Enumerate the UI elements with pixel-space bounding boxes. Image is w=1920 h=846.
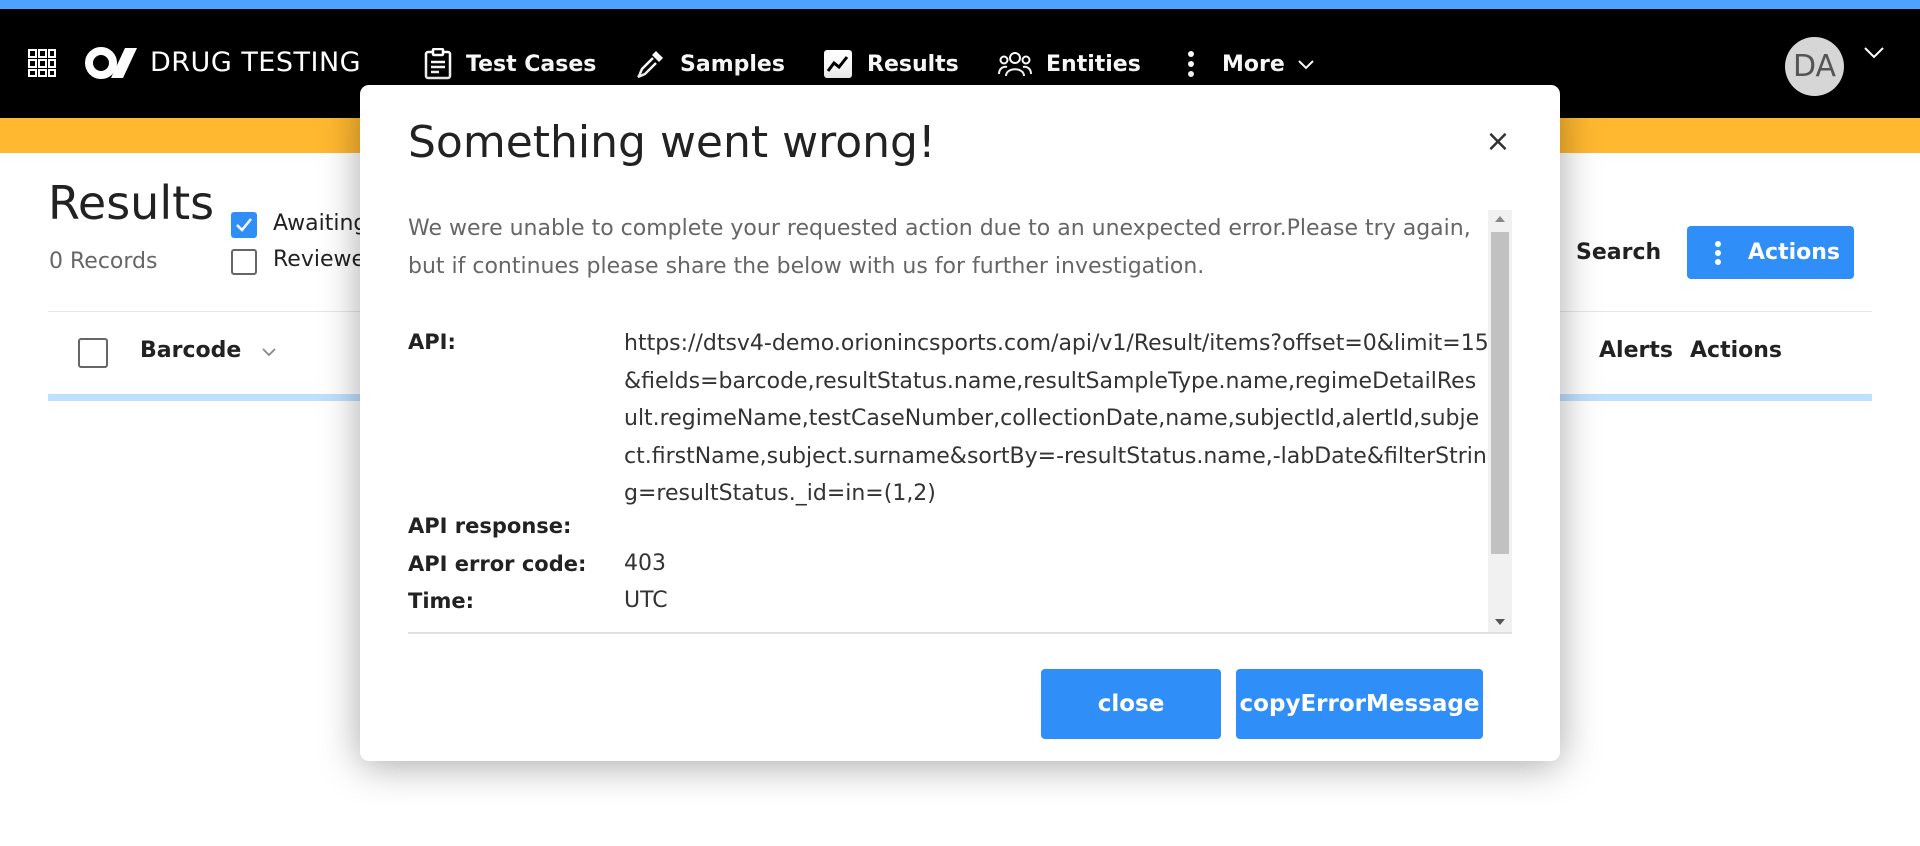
scroll-up-arrow-icon[interactable] [1495, 216, 1505, 222]
close-button[interactable]: close [1041, 669, 1221, 739]
api-error-code-label: API error code: [408, 552, 587, 576]
api-label: API: [408, 330, 456, 354]
scrollbar-thumb[interactable] [1491, 232, 1509, 554]
error-intro-text: We were unable to complete your requeste… [408, 216, 1471, 279]
copy-error-message-button[interactable]: copyErrorMessage [1236, 669, 1483, 739]
scrollbar[interactable] [1488, 210, 1512, 632]
time-label: Time: [408, 589, 475, 613]
dialog-title: Something went wrong! [408, 117, 936, 168]
error-dialog: Something went wrong! × We were unable t… [360, 85, 1560, 761]
scroll-down-arrow-icon[interactable] [1495, 619, 1505, 625]
api-value: https://dtsv4-demo.orionincsports.com/ap… [624, 331, 1489, 506]
time-value: UTC [624, 588, 668, 613]
close-icon[interactable]: × [1480, 123, 1516, 159]
api-error-code-value: 403 [624, 551, 666, 576]
error-details-scroll-area[interactable]: We were unable to complete your requeste… [408, 210, 1512, 634]
api-response-label: API response: [408, 514, 572, 538]
